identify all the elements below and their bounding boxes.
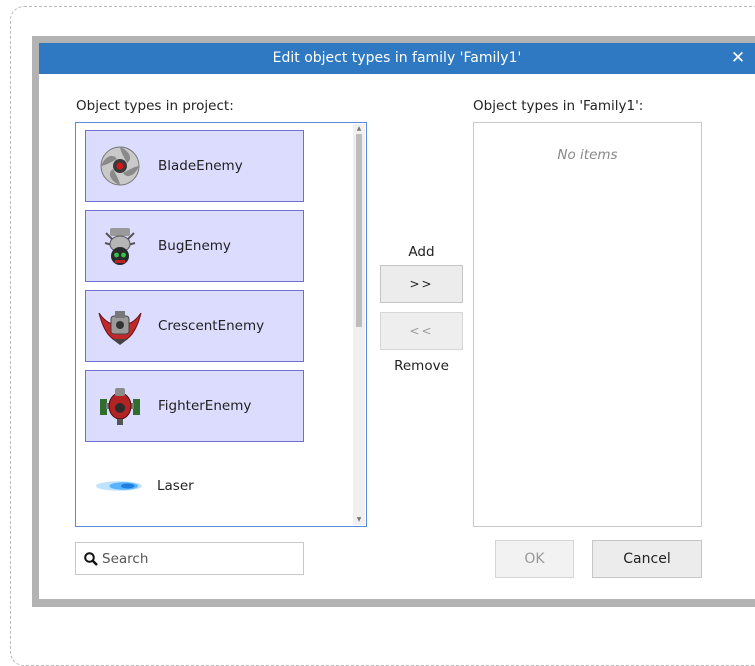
list-item-laser[interactable]: Laser (85, 450, 304, 522)
scrollbar-thumb[interactable] (356, 134, 362, 327)
close-button[interactable]: ✕ (723, 43, 753, 74)
family-list-label: Object types in 'Family1': (473, 98, 644, 114)
ok-button[interactable]: OK (495, 540, 574, 578)
list-item-crescent-enemy[interactable]: CrescentEnemy (85, 290, 304, 362)
dialog-title: Edit object types in family 'Family1' (272, 50, 522, 66)
cancel-button[interactable]: Cancel (592, 540, 702, 578)
empty-list-text: No items (557, 147, 618, 163)
list-item-bug-enemy[interactable]: BugEnemy (85, 210, 304, 282)
add-button[interactable]: >> (380, 265, 463, 303)
family-object-list[interactable]: No items (473, 122, 702, 527)
add-label: Add (408, 244, 435, 260)
remove-button[interactable]: << (380, 312, 463, 350)
search-box[interactable] (75, 542, 304, 575)
laser-icon (95, 462, 143, 510)
project-list-scrollbar[interactable]: ▲ ▼ (353, 124, 365, 525)
list-item-label: FighterEnemy (158, 398, 252, 414)
crescent-enemy-icon (96, 302, 144, 350)
blade-enemy-icon (96, 142, 144, 190)
bug-enemy-icon (96, 222, 144, 270)
scroll-up-arrow-icon[interactable]: ▲ (353, 124, 365, 134)
close-icon: ✕ (730, 48, 746, 68)
list-item-fighter-enemy[interactable]: FighterEnemy (85, 370, 304, 442)
list-item-label: BugEnemy (158, 238, 231, 254)
dialog-content: Object types in project: Object types in… (39, 74, 755, 599)
project-list-label: Object types in project: (76, 98, 234, 114)
fighter-enemy-icon (96, 382, 144, 430)
list-item-label: Laser (157, 478, 194, 494)
search-input[interactable] (102, 547, 292, 570)
list-item-label: BladeEnemy (158, 158, 243, 174)
edit-family-dialog: Edit object types in family 'Family1' ✕ … (32, 36, 755, 607)
list-item-blade-enemy[interactable]: BladeEnemy (85, 130, 304, 202)
search-icon (83, 551, 99, 567)
list-item-label: CrescentEnemy (158, 318, 265, 334)
scroll-down-arrow-icon[interactable]: ▼ (353, 515, 365, 525)
project-object-list[interactable]: BladeEnemy BugEnemy CrescentEnemy Fighte… (75, 122, 367, 527)
remove-label: Remove (394, 358, 449, 374)
dialog-titlebar: Edit object types in family 'Family1' ✕ (39, 43, 755, 74)
